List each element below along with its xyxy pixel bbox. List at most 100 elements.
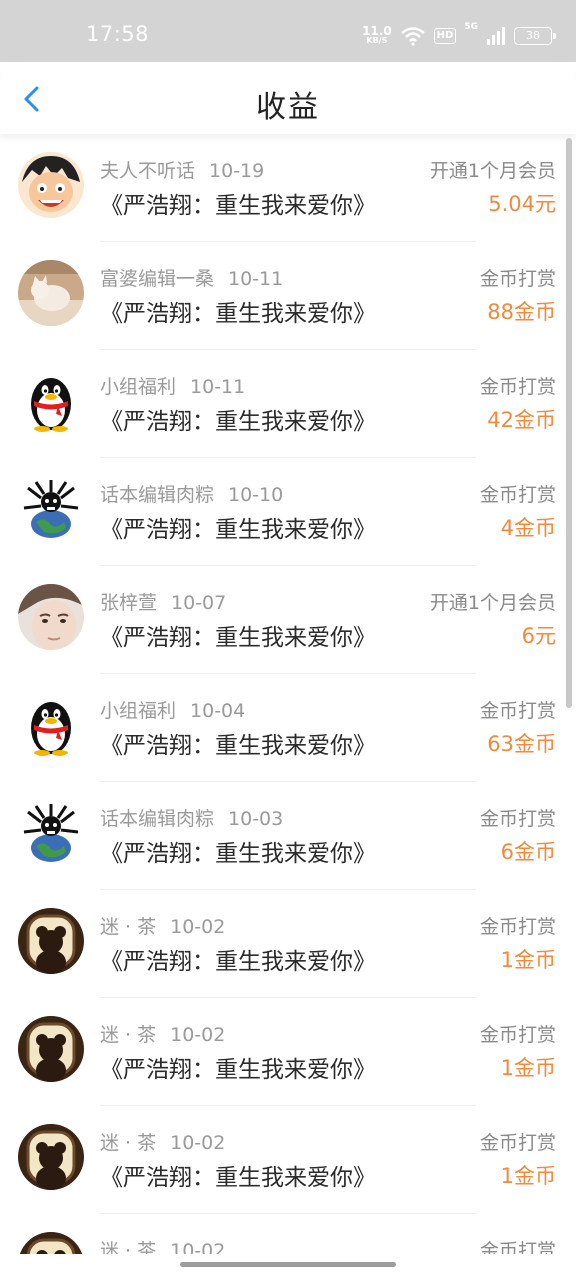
status-time: 17:58 (86, 22, 150, 46)
earnings-list[interactable]: 夫人不听话 10-19 《严浩翔：重生我来爱你》 开通1个月会员 5.04元 富婆编辑一桑… (0, 134, 576, 1254)
earning-type: 金币打赏 (479, 916, 556, 938)
book-title: 《严浩翔：重生我来爱你》 (100, 1057, 376, 1083)
earning-type: 金币打赏 (479, 808, 556, 830)
user-name: 迷 · 茶 (100, 1240, 157, 1254)
avatar[interactable] (18, 476, 84, 542)
earning-list-item[interactable]: 迷 · 茶 10-02 《严浩翔：重生我来爱你》 金币打赏 1金币 (0, 890, 576, 998)
item-date: 10-11 (228, 268, 284, 290)
net-speed-value: 11.0 (362, 24, 392, 38)
earning-amount: 1金币 (500, 1056, 556, 1080)
avatar[interactable] (18, 1016, 84, 1082)
home-indicator[interactable] (180, 1262, 396, 1267)
status-bar: 17:58 11.0 KB/S HD 5G 38 (0, 0, 576, 62)
item-date: 10-11 (190, 376, 246, 398)
earning-type: 金币打赏 (479, 376, 556, 398)
page-title: 收益 (256, 90, 320, 125)
avatar[interactable] (18, 1124, 84, 1190)
signal-icon (487, 27, 505, 45)
earning-amount: 1金币 (500, 1164, 556, 1188)
earning-amount: 6元 (521, 624, 556, 648)
book-title: 《严浩翔：重生我来爱你》 (100, 625, 376, 651)
earning-type: 金币打赏 (479, 700, 556, 722)
user-name: 富婆编辑一桑 (100, 268, 215, 290)
user-name: 夫人不听话 (100, 160, 196, 182)
book-title: 《严浩翔：重生我来爱你》 (100, 409, 376, 435)
status-icons: 11.0 KB/S HD 5G 38 (362, 22, 556, 50)
net-speed: 11.0 KB/S (362, 24, 392, 46)
item-meta: 富婆编辑一桑 10-11 (100, 264, 283, 291)
battery-icon: 38 (514, 27, 556, 45)
earning-amount: 4金币 (500, 516, 556, 540)
book-title: 《严浩翔：重生我来爱你》 (100, 193, 376, 219)
battery-level: 38 (526, 29, 540, 42)
item-date: 10-10 (228, 484, 284, 506)
item-date: 10-07 (171, 592, 227, 614)
book-title: 《严浩翔：重生我来爱你》 (100, 841, 376, 867)
nav-bar: 收益 (0, 62, 576, 134)
earning-list-item[interactable]: 小组福利 10-11 《严浩翔：重生我来爱你》 金币打赏 42金币 (0, 350, 576, 458)
earning-type: 金币打赏 (479, 1024, 556, 1046)
avatar[interactable] (18, 368, 84, 434)
item-date: 10-02 (170, 1240, 226, 1254)
earning-list-item[interactable]: 夫人不听话 10-19 《严浩翔：重生我来爱你》 开通1个月会员 5.04元 (0, 134, 576, 242)
item-meta: 小组福利 10-11 (100, 372, 245, 399)
item-date: 10-19 (209, 160, 265, 182)
avatar[interactable] (18, 260, 84, 326)
earning-type: 开通1个月会员 (429, 160, 556, 182)
earning-list-item[interactable]: 小组福利 10-04 《严浩翔：重生我来爱你》 金币打赏 63金币 (0, 674, 576, 782)
book-title: 《严浩翔：重生我来爱你》 (100, 1165, 376, 1191)
item-meta: 夫人不听话 10-19 (100, 156, 264, 183)
item-date: 10-02 (170, 916, 226, 938)
item-date: 10-03 (228, 808, 284, 830)
user-name: 迷 · 茶 (100, 916, 157, 938)
avatar[interactable] (18, 800, 84, 866)
item-meta: 小组福利 10-04 (100, 696, 245, 723)
book-title: 《严浩翔：重生我来爱你》 (100, 517, 376, 543)
avatar[interactable] (18, 692, 84, 758)
scrollbar[interactable] (566, 138, 572, 708)
avatar[interactable] (18, 1232, 84, 1254)
item-meta: 迷 · 茶 10-02 (100, 912, 225, 939)
earning-type: 金币打赏 (479, 484, 556, 506)
earning-list-item[interactable]: 迷 · 茶 10-02 《严浩翔：重生我来爱你》 金币打赏 1金币 (0, 1106, 576, 1214)
earning-type: 金币打赏 (479, 1132, 556, 1154)
net-speed-unit: KB/S (366, 36, 388, 45)
earning-type: 金币打赏 (479, 1240, 556, 1254)
hd-badge: HD (433, 28, 457, 44)
earning-list-item[interactable]: 话本编辑肉粽 10-10 《严浩翔：重生我来爱你》 金币打赏 4金币 (0, 458, 576, 566)
item-date: 10-02 (170, 1024, 226, 1046)
item-meta: 话本编辑肉粽 10-10 (100, 480, 283, 507)
earning-amount: 6金币 (500, 840, 556, 864)
user-name: 话本编辑肉粽 (100, 808, 215, 830)
user-name: 迷 · 茶 (100, 1132, 157, 1154)
user-name: 迷 · 茶 (100, 1024, 157, 1046)
earning-amount: 42金币 (487, 408, 556, 432)
earning-type: 金币打赏 (479, 268, 556, 290)
item-meta: 迷 · 茶 10-02 (100, 1236, 225, 1254)
item-meta: 张梓萱 10-07 (100, 588, 226, 615)
item-meta: 话本编辑肉粽 10-03 (100, 804, 283, 831)
user-name: 小组福利 (100, 700, 177, 722)
earning-amount: 1金币 (500, 948, 556, 972)
avatar[interactable] (18, 584, 84, 650)
item-meta: 迷 · 茶 10-02 (100, 1020, 225, 1047)
book-title: 《严浩翔：重生我来爱你》 (100, 733, 376, 759)
earning-list-item[interactable]: 迷 · 茶 10-02 《严浩翔：重生我来爱你》 金币打赏 1金币 (0, 998, 576, 1106)
earning-list-item[interactable]: 张梓萱 10-07 《严浩翔：重生我来爱你》 开通1个月会员 6元 (0, 566, 576, 674)
item-meta: 迷 · 茶 10-02 (100, 1128, 225, 1155)
earning-list-item[interactable]: 迷 · 茶 10-02 金币打赏 (0, 1214, 576, 1254)
book-title: 《严浩翔：重生我来爱你》 (100, 301, 376, 327)
earning-amount: 63金币 (487, 732, 556, 756)
earning-type: 开通1个月会员 (429, 592, 556, 614)
book-title: 《严浩翔：重生我来爱你》 (100, 949, 376, 975)
wifi-icon (400, 27, 425, 46)
earning-amount: 88金币 (487, 300, 556, 324)
earning-list-item[interactable]: 话本编辑肉粽 10-03 《严浩翔：重生我来爱你》 金币打赏 6金币 (0, 782, 576, 890)
earning-list-item[interactable]: 富婆编辑一桑 10-11 《严浩翔：重生我来爱你》 金币打赏 88金币 (0, 242, 576, 350)
avatar[interactable] (18, 908, 84, 974)
user-name: 张梓萱 (100, 592, 158, 614)
item-date: 10-04 (190, 700, 246, 722)
item-date: 10-02 (170, 1132, 226, 1154)
earning-amount: 5.04元 (488, 192, 556, 216)
avatar[interactable] (18, 152, 84, 218)
